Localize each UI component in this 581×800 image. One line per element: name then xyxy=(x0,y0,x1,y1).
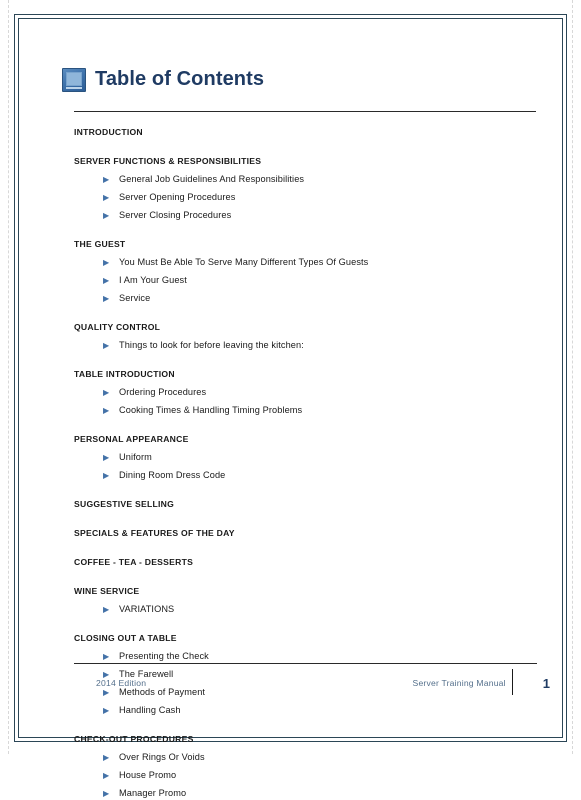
footer-vertical-divider xyxy=(511,669,513,695)
right-margin-guide xyxy=(572,0,573,754)
triangle-bullet-icon: ▶ xyxy=(103,605,110,614)
toc-sub-item[interactable]: ▶ I Am Your Guest xyxy=(103,274,524,287)
triangle-bullet-icon: ▶ xyxy=(103,294,110,303)
toc-sub-item-label: I Am Your Guest xyxy=(119,275,187,285)
toc-section-heading[interactable]: COFFEE - TEA - DESSERTS xyxy=(74,556,524,569)
toc-sub-item[interactable]: ▶ Server Opening Procedures xyxy=(103,191,524,204)
toc-sub-item-label: Handling Cash xyxy=(119,705,181,715)
title-row: Table of Contents xyxy=(62,59,524,99)
triangle-bullet-icon: ▶ xyxy=(103,471,110,480)
triangle-bullet-icon: ▶ xyxy=(103,341,110,350)
triangle-bullet-icon: ▶ xyxy=(103,789,110,798)
toc-sub-item-label: Dining Room Dress Code xyxy=(119,470,226,480)
footer-row: 2014 Edition Server Training Manual 1 xyxy=(74,669,550,695)
footer-page-number: 1 xyxy=(542,675,550,691)
footer-edition: 2014 Edition xyxy=(96,678,147,688)
triangle-bullet-icon: ▶ xyxy=(103,258,110,267)
toc-section-heading[interactable]: THE GUEST xyxy=(74,238,524,251)
toc-sub-item[interactable]: ▶ Service xyxy=(103,292,524,305)
triangle-bullet-icon: ▶ xyxy=(103,706,110,715)
toc-sub-item[interactable]: ▶ House Promo xyxy=(103,769,524,782)
toc-sub-item[interactable]: ▶ VARIATIONS xyxy=(103,603,524,616)
toc-sub-item[interactable]: ▶ Manager Promo xyxy=(103,787,524,800)
toc-sub-item[interactable]: ▶ Presenting the Check xyxy=(103,650,524,663)
toc-section-heading[interactable]: PERSONAL APPEARANCE xyxy=(74,433,524,446)
toc-sub-item-label: You Must Be Able To Serve Many Different… xyxy=(119,257,369,267)
triangle-bullet-icon: ▶ xyxy=(103,771,110,780)
toc-sub-item-label: Server Opening Procedures xyxy=(119,192,236,202)
page-footer: 2014 Edition Server Training Manual 1 xyxy=(74,663,550,695)
toc-sub-item-label: Manager Promo xyxy=(119,788,187,798)
toc-sub-item-label: Over Rings Or Voids xyxy=(119,752,205,762)
footer-divider-line xyxy=(74,663,537,664)
triangle-bullet-icon: ▶ xyxy=(103,211,110,220)
toc-sub-item[interactable]: ▶ You Must Be Able To Serve Many Differen… xyxy=(103,256,524,269)
page-title: Table of Contents xyxy=(95,67,265,90)
toc-section-heading[interactable]: SUGGESTIVE SELLING xyxy=(74,498,524,511)
toc-sub-item-label: Server Closing Procedures xyxy=(119,210,232,220)
toc-section-heading[interactable]: CLOSING OUT A TABLE xyxy=(74,632,524,645)
triangle-bullet-icon: ▶ xyxy=(103,753,110,762)
toc-sub-item-label: Ordering Procedures xyxy=(119,387,207,397)
triangle-bullet-icon: ▶ xyxy=(103,175,110,184)
triangle-bullet-icon: ▶ xyxy=(103,453,110,462)
toc-sub-item-label: Cooking Times & Handling Timing Problems xyxy=(119,405,303,415)
toc-sub-item-label: Uniform xyxy=(119,452,152,462)
table-of-contents-list: INTRODUCTION SERVER FUNCTIONS & RESPONSIB… xyxy=(74,126,524,800)
toc-section-heading[interactable]: TABLE INTRODUCTION xyxy=(74,368,524,381)
toc-sub-item[interactable]: ▶ Things to look for before leaving the k… xyxy=(103,339,524,352)
footer-manual-title: Server Training Manual xyxy=(412,678,506,688)
toc-sub-item[interactable]: ▶ Uniform xyxy=(103,451,524,464)
toc-sub-item[interactable]: ▶ Server Closing Procedures xyxy=(103,209,524,222)
toc-sub-item[interactable]: ▶ General Job Guidelines And Responsibili… xyxy=(103,173,524,186)
toc-section-heading[interactable]: SERVER FUNCTIONS & RESPONSIBILITIES xyxy=(74,155,524,168)
triangle-bullet-icon: ▶ xyxy=(103,652,110,661)
triangle-bullet-icon: ▶ xyxy=(103,388,110,397)
toc-sub-item-label: Service xyxy=(119,293,151,303)
toc-sub-item[interactable]: ▶ Dining Room Dress Code xyxy=(103,469,524,482)
toc-sub-item-label: General Job Guidelines And Responsibilit… xyxy=(119,174,305,184)
toc-section-heading[interactable]: WINE SERVICE xyxy=(74,585,524,598)
toc-sub-item[interactable]: ▶ Over Rings Or Voids xyxy=(103,751,524,764)
toc-sub-item-label: Presenting the Check xyxy=(119,651,209,661)
page-border-outer: Table of Contents INTRODUCTION SERVER FUN… xyxy=(14,14,567,798)
toc-sub-item-label: House Promo xyxy=(119,770,177,780)
toc-sub-item[interactable]: ▶ Cooking Times & Handling Timing Problem… xyxy=(103,404,524,417)
toc-sub-item[interactable]: ▶ Ordering Procedures xyxy=(103,386,524,399)
left-margin-guide xyxy=(8,0,9,754)
toc-sub-item-label: Things to look for before leaving the ki… xyxy=(119,340,304,350)
document-square-icon xyxy=(62,68,86,92)
toc-section-heading[interactable]: CHECK-OUT PROCEDURES xyxy=(74,733,524,746)
triangle-bullet-icon: ▶ xyxy=(103,406,110,415)
toc-section-heading[interactable]: QUALITY CONTROL xyxy=(74,321,524,334)
title-divider xyxy=(74,111,536,112)
triangle-bullet-icon: ▶ xyxy=(103,193,110,202)
triangle-bullet-icon: ▶ xyxy=(103,276,110,285)
toc-sub-item[interactable]: ▶ Handling Cash xyxy=(103,704,524,717)
toc-sub-item-label: VARIATIONS xyxy=(119,604,175,614)
toc-section-heading[interactable]: INTRODUCTION xyxy=(74,126,524,139)
toc-section-heading[interactable]: SPECIALS & FEATURES OF THE DAY xyxy=(74,527,524,540)
